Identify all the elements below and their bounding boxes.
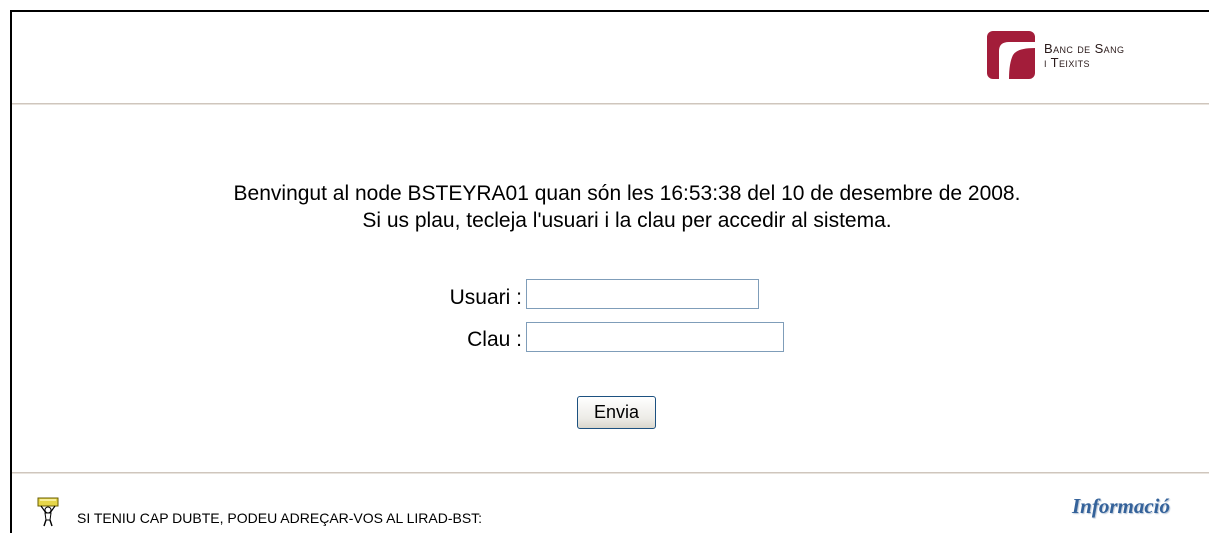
- help-person-icon[interactable]: [37, 497, 59, 527]
- logo-text: Banc de Sang i Teixits: [1044, 42, 1204, 70]
- logo-line-1: Banc de Sang: [1044, 41, 1125, 56]
- welcome-line-2: Si us plau, tecleja l'usuari i la clau p…: [362, 209, 892, 232]
- logo-mark-icon: [987, 31, 1035, 79]
- page-frame: [10, 10, 1209, 533]
- user-label: Usuari :: [449, 286, 522, 309]
- submit-button[interactable]: Envia: [577, 396, 656, 429]
- password-label: Clau :: [467, 328, 522, 351]
- footer-divider: [12, 472, 1209, 474]
- logo-line-2: i Teixits: [1044, 55, 1090, 70]
- header-divider: [12, 103, 1209, 105]
- welcome-line-1: Benvingut al node BSTEYRA01 quan són les…: [233, 182, 1021, 205]
- welcome-message: Benvingut al node BSTEYRA01 quan són les…: [12, 180, 1209, 234]
- help-text: SI TENIU CAP DUBTE, PODEU ADREÇAR-VOS AL…: [77, 510, 483, 526]
- user-input[interactable]: [526, 279, 759, 309]
- info-link[interactable]: Informació: [1072, 494, 1170, 519]
- password-input[interactable]: [526, 322, 784, 352]
